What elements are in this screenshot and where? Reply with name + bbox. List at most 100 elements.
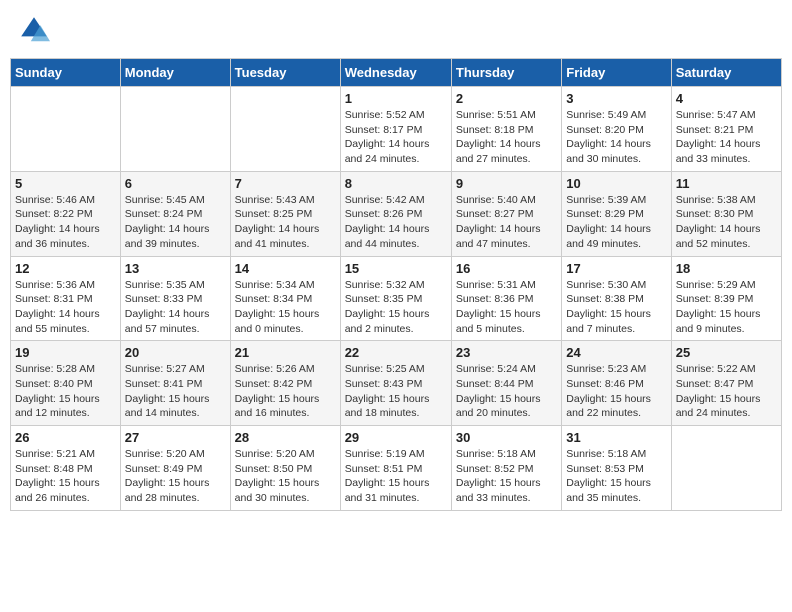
day-info: Sunrise: 5:34 AM Sunset: 8:34 PM Dayligh…	[235, 278, 336, 337]
calendar-cell: 5 Sunrise: 5:46 AM Sunset: 8:22 PM Daylig…	[11, 171, 121, 256]
day-info: Sunrise: 5:29 AM Sunset: 8:39 PM Dayligh…	[676, 278, 777, 337]
calendar-cell: 28 Sunrise: 5:20 AM Sunset: 8:50 PM Dayli…	[230, 426, 340, 511]
calendar-cell: 11 Sunrise: 5:38 AM Sunset: 8:30 PM Dayli…	[671, 171, 781, 256]
day-number: 11	[676, 176, 777, 191]
day-info: Sunrise: 5:40 AM Sunset: 8:27 PM Dayligh…	[456, 193, 557, 252]
calendar-cell: 14 Sunrise: 5:34 AM Sunset: 8:34 PM Dayli…	[230, 256, 340, 341]
day-info: Sunrise: 5:47 AM Sunset: 8:21 PM Dayligh…	[676, 108, 777, 167]
day-number: 22	[345, 345, 447, 360]
day-number: 2	[456, 91, 557, 106]
calendar-table: SundayMondayTuesdayWednesdayThursdayFrid…	[10, 58, 782, 511]
day-number: 7	[235, 176, 336, 191]
calendar-cell	[671, 426, 781, 511]
page-header	[10, 10, 782, 50]
calendar-cell: 31 Sunrise: 5:18 AM Sunset: 8:53 PM Dayli…	[562, 426, 671, 511]
day-info: Sunrise: 5:42 AM Sunset: 8:26 PM Dayligh…	[345, 193, 447, 252]
calendar-cell	[120, 87, 230, 172]
day-number: 19	[15, 345, 116, 360]
day-info: Sunrise: 5:49 AM Sunset: 8:20 PM Dayligh…	[566, 108, 666, 167]
calendar-cell: 30 Sunrise: 5:18 AM Sunset: 8:52 PM Dayli…	[451, 426, 561, 511]
day-info: Sunrise: 5:39 AM Sunset: 8:29 PM Dayligh…	[566, 193, 666, 252]
day-number: 6	[125, 176, 226, 191]
day-info: Sunrise: 5:35 AM Sunset: 8:33 PM Dayligh…	[125, 278, 226, 337]
day-number: 5	[15, 176, 116, 191]
day-number: 12	[15, 261, 116, 276]
day-info: Sunrise: 5:32 AM Sunset: 8:35 PM Dayligh…	[345, 278, 447, 337]
calendar-cell: 7 Sunrise: 5:43 AM Sunset: 8:25 PM Daylig…	[230, 171, 340, 256]
calendar-cell: 23 Sunrise: 5:24 AM Sunset: 8:44 PM Dayli…	[451, 341, 561, 426]
day-number: 30	[456, 430, 557, 445]
calendar-cell: 19 Sunrise: 5:28 AM Sunset: 8:40 PM Dayli…	[11, 341, 121, 426]
day-info: Sunrise: 5:21 AM Sunset: 8:48 PM Dayligh…	[15, 447, 116, 506]
day-info: Sunrise: 5:18 AM Sunset: 8:52 PM Dayligh…	[456, 447, 557, 506]
day-info: Sunrise: 5:18 AM Sunset: 8:53 PM Dayligh…	[566, 447, 666, 506]
calendar-cell: 4 Sunrise: 5:47 AM Sunset: 8:21 PM Daylig…	[671, 87, 781, 172]
calendar-cell: 24 Sunrise: 5:23 AM Sunset: 8:46 PM Dayli…	[562, 341, 671, 426]
calendar-cell: 9 Sunrise: 5:40 AM Sunset: 8:27 PM Daylig…	[451, 171, 561, 256]
day-info: Sunrise: 5:27 AM Sunset: 8:41 PM Dayligh…	[125, 362, 226, 421]
calendar-cell: 6 Sunrise: 5:45 AM Sunset: 8:24 PM Daylig…	[120, 171, 230, 256]
day-number: 31	[566, 430, 666, 445]
weekday-header-monday: Monday	[120, 59, 230, 87]
day-number: 29	[345, 430, 447, 445]
weekday-header-sunday: Sunday	[11, 59, 121, 87]
day-info: Sunrise: 5:28 AM Sunset: 8:40 PM Dayligh…	[15, 362, 116, 421]
calendar-cell: 17 Sunrise: 5:30 AM Sunset: 8:38 PM Dayli…	[562, 256, 671, 341]
day-number: 9	[456, 176, 557, 191]
day-info: Sunrise: 5:19 AM Sunset: 8:51 PM Dayligh…	[345, 447, 447, 506]
day-info: Sunrise: 5:36 AM Sunset: 8:31 PM Dayligh…	[15, 278, 116, 337]
weekday-header-thursday: Thursday	[451, 59, 561, 87]
day-info: Sunrise: 5:23 AM Sunset: 8:46 PM Dayligh…	[566, 362, 666, 421]
day-number: 18	[676, 261, 777, 276]
weekday-header-friday: Friday	[562, 59, 671, 87]
calendar-cell: 15Sunrise: 5:32 AM Sunset: 8:35 PM Dayli…	[340, 256, 451, 341]
calendar-cell: 16 Sunrise: 5:31 AM Sunset: 8:36 PM Dayli…	[451, 256, 561, 341]
day-number: 16	[456, 261, 557, 276]
day-info: Sunrise: 5:38 AM Sunset: 8:30 PM Dayligh…	[676, 193, 777, 252]
calendar-cell: 22 Sunrise: 5:25 AM Sunset: 8:43 PM Dayli…	[340, 341, 451, 426]
day-info: Sunrise: 5:46 AM Sunset: 8:22 PM Dayligh…	[15, 193, 116, 252]
calendar-cell	[230, 87, 340, 172]
calendar-cell: 27 Sunrise: 5:20 AM Sunset: 8:49 PM Dayli…	[120, 426, 230, 511]
day-info: Sunrise: 5:26 AM Sunset: 8:42 PM Dayligh…	[235, 362, 336, 421]
weekday-header-saturday: Saturday	[671, 59, 781, 87]
day-info: Sunrise: 5:45 AM Sunset: 8:24 PM Dayligh…	[125, 193, 226, 252]
day-number: 4	[676, 91, 777, 106]
day-info: Sunrise: 5:24 AM Sunset: 8:44 PM Dayligh…	[456, 362, 557, 421]
calendar-cell	[11, 87, 121, 172]
day-info: Sunrise: 5:20 AM Sunset: 8:49 PM Dayligh…	[125, 447, 226, 506]
day-info: Sunrise: 5:20 AM Sunset: 8:50 PM Dayligh…	[235, 447, 336, 506]
day-number: 17	[566, 261, 666, 276]
day-number: 13	[125, 261, 226, 276]
day-number: 27	[125, 430, 226, 445]
day-number: 20	[125, 345, 226, 360]
calendar-cell: 10Sunrise: 5:39 AM Sunset: 8:29 PM Dayli…	[562, 171, 671, 256]
logo-icon	[18, 14, 50, 46]
day-info: Sunrise: 5:43 AM Sunset: 8:25 PM Dayligh…	[235, 193, 336, 252]
logo	[18, 14, 54, 46]
calendar-cell: 8 Sunrise: 5:42 AM Sunset: 8:26 PM Daylig…	[340, 171, 451, 256]
calendar-cell: 3 Sunrise: 5:49 AM Sunset: 8:20 PM Daylig…	[562, 87, 671, 172]
day-info: Sunrise: 5:51 AM Sunset: 8:18 PM Dayligh…	[456, 108, 557, 167]
day-number: 3	[566, 91, 666, 106]
calendar-cell: 25 Sunrise: 5:22 AM Sunset: 8:47 PM Dayli…	[671, 341, 781, 426]
day-info: Sunrise: 5:30 AM Sunset: 8:38 PM Dayligh…	[566, 278, 666, 337]
weekday-header-tuesday: Tuesday	[230, 59, 340, 87]
day-number: 23	[456, 345, 557, 360]
calendar-cell: 1Sunrise: 5:52 AM Sunset: 8:17 PM Daylig…	[340, 87, 451, 172]
weekday-header-wednesday: Wednesday	[340, 59, 451, 87]
day-number: 1	[345, 91, 447, 106]
day-number: 14	[235, 261, 336, 276]
day-number: 24	[566, 345, 666, 360]
day-info: Sunrise: 5:25 AM Sunset: 8:43 PM Dayligh…	[345, 362, 447, 421]
day-number: 8	[345, 176, 447, 191]
calendar-cell: 12 Sunrise: 5:36 AM Sunset: 8:31 PM Dayli…	[11, 256, 121, 341]
day-info: Sunrise: 5:31 AM Sunset: 8:36 PM Dayligh…	[456, 278, 557, 337]
day-number: 28	[235, 430, 336, 445]
day-info: Sunrise: 5:22 AM Sunset: 8:47 PM Dayligh…	[676, 362, 777, 421]
calendar-cell: 2 Sunrise: 5:51 AM Sunset: 8:18 PM Daylig…	[451, 87, 561, 172]
calendar-cell: 13 Sunrise: 5:35 AM Sunset: 8:33 PM Dayli…	[120, 256, 230, 341]
calendar-cell: 18 Sunrise: 5:29 AM Sunset: 8:39 PM Dayli…	[671, 256, 781, 341]
day-number: 25	[676, 345, 777, 360]
calendar-cell: 26Sunrise: 5:21 AM Sunset: 8:48 PM Dayli…	[11, 426, 121, 511]
